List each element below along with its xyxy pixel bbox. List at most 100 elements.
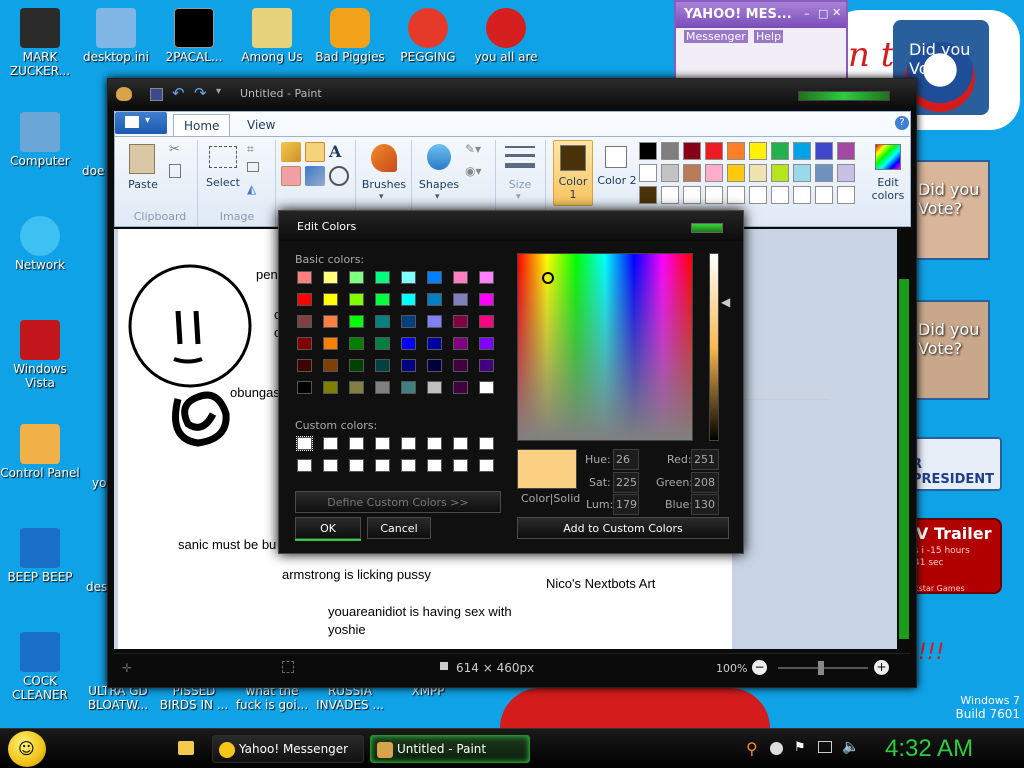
- eraser-icon[interactable]: [281, 166, 301, 186]
- red-field[interactable]: 251: [691, 449, 719, 470]
- palette-swatch[interactable]: [749, 164, 767, 182]
- basic-color-swatch[interactable]: [401, 315, 416, 328]
- basic-color-swatch[interactable]: [453, 315, 468, 328]
- palette-swatch[interactable]: [727, 186, 745, 204]
- palette-swatch[interactable]: [815, 164, 833, 182]
- palette-swatch[interactable]: [837, 142, 855, 160]
- custom-color-swatch[interactable]: [427, 459, 442, 472]
- redo-icon[interactable]: ↷: [194, 84, 207, 102]
- basic-color-swatch[interactable]: [479, 315, 494, 328]
- resize-icon[interactable]: [247, 162, 259, 172]
- yahoo-titlebar[interactable]: YAHOO! MES... – □ ✕: [676, 2, 846, 28]
- palette-swatch[interactable]: [661, 164, 679, 182]
- desktop-icon-among-us[interactable]: Among Us: [232, 8, 312, 64]
- basic-color-swatch[interactable]: [453, 381, 468, 394]
- color2-button[interactable]: Color 2: [597, 140, 637, 206]
- tab-view[interactable]: View: [237, 114, 285, 136]
- palette-swatch[interactable]: [683, 142, 701, 160]
- zoom-in-icon[interactable]: +: [874, 660, 889, 675]
- custom-color-swatch[interactable]: [401, 459, 416, 472]
- basic-color-swatch[interactable]: [453, 359, 468, 372]
- basic-color-swatch[interactable]: [323, 315, 338, 328]
- cancel-button[interactable]: Cancel: [367, 517, 431, 539]
- basic-color-swatch[interactable]: [297, 359, 312, 372]
- desktop-icon-partial-yo[interactable]: yo: [92, 476, 106, 490]
- basic-color-swatch[interactable]: [349, 337, 364, 350]
- basic-color-swatch[interactable]: [349, 293, 364, 306]
- desktop-icon-partial-des[interactable]: des: [86, 580, 107, 594]
- fill-icon[interactable]: [305, 142, 325, 162]
- palette-swatch[interactable]: [837, 164, 855, 182]
- copy-icon[interactable]: [169, 164, 181, 178]
- desktop-icon-what-the[interactable]: what the fuck is goi...: [232, 684, 312, 712]
- rotate-icon[interactable]: ◭: [247, 182, 256, 196]
- close-icon[interactable]: [691, 223, 723, 233]
- basic-color-swatch[interactable]: [349, 381, 364, 394]
- basic-color-swatch[interactable]: [375, 315, 390, 328]
- select-button[interactable]: Select: [203, 144, 243, 204]
- palette-swatch[interactable]: [793, 164, 811, 182]
- basic-color-swatch[interactable]: [479, 271, 494, 284]
- basic-color-swatch[interactable]: [375, 381, 390, 394]
- ok-button[interactable]: OK: [295, 517, 361, 539]
- desktop-icon-network[interactable]: Network: [0, 216, 80, 272]
- palette-swatch[interactable]: [683, 164, 701, 182]
- basic-color-swatch[interactable]: [349, 271, 364, 284]
- zoom-out-icon[interactable]: −: [752, 660, 767, 675]
- shapes-button[interactable]: Shapes ▾: [417, 142, 461, 208]
- close-icon[interactable]: ✕: [832, 6, 841, 19]
- desktop-icon-windows-vista[interactable]: Windows Vista: [0, 320, 80, 390]
- custom-color-swatch[interactable]: [323, 437, 338, 450]
- color-spectrum[interactable]: [517, 253, 693, 441]
- basic-color-swatch[interactable]: [323, 337, 338, 350]
- basic-color-swatch[interactable]: [427, 271, 442, 284]
- minus-circle-icon[interactable]: [770, 742, 783, 755]
- basic-color-swatch[interactable]: [375, 337, 390, 350]
- paste-button[interactable]: Paste: [125, 142, 161, 202]
- palette-swatch[interactable]: [683, 186, 701, 204]
- custom-color-swatch[interactable]: [323, 459, 338, 472]
- basic-color-swatch[interactable]: [427, 293, 442, 306]
- desktop-icon-beep-beep[interactable]: BEEP BEEP: [0, 528, 80, 584]
- palette-swatch[interactable]: [793, 186, 811, 204]
- basic-color-swatch[interactable]: [479, 293, 494, 306]
- custom-color-swatch[interactable]: [296, 436, 313, 451]
- edit-colors-dialog[interactable]: Edit Colors Basic colors: Custom colors:…: [278, 210, 744, 554]
- basic-color-swatch[interactable]: [349, 359, 364, 372]
- desktop-icon-mark-zucker[interactable]: MARK ZUCKER...: [0, 8, 80, 78]
- basic-color-swatch[interactable]: [401, 271, 416, 284]
- custom-color-swatch[interactable]: [453, 437, 468, 450]
- palette-swatch[interactable]: [727, 164, 745, 182]
- hue-field[interactable]: 26: [613, 449, 639, 470]
- basic-color-swatch[interactable]: [297, 337, 312, 350]
- basic-color-swatch[interactable]: [323, 381, 338, 394]
- desktop-icon-cock-cleaner[interactable]: COCK CLEANER: [0, 632, 80, 702]
- sat-field[interactable]: 225: [613, 472, 639, 493]
- size-button[interactable]: Size ▾: [501, 142, 539, 208]
- desktop-icon-2pacal[interactable]: 2PACAL...: [154, 8, 234, 64]
- add-to-custom-colors-button[interactable]: Add to Custom Colors: [517, 517, 729, 539]
- custom-color-swatch[interactable]: [375, 459, 390, 472]
- window-controls[interactable]: [798, 91, 890, 101]
- basic-color-swatch[interactable]: [323, 359, 338, 372]
- desktop-icon-russia-invades[interactable]: RUSSIA INVADES ...: [310, 684, 390, 712]
- taskbar-paint[interactable]: Untitled - Paint: [370, 735, 530, 763]
- yahoo-menu-messenger[interactable]: Messenger: [684, 30, 748, 43]
- quick-access-dropdown-icon[interactable]: ▾: [216, 86, 221, 97]
- network-tray-icon[interactable]: [818, 741, 832, 753]
- save-icon[interactable]: [150, 88, 163, 101]
- basic-color-swatch[interactable]: [479, 359, 494, 372]
- basic-color-swatch[interactable]: [297, 293, 312, 306]
- blue-field[interactable]: 130: [691, 494, 719, 515]
- palette-swatch[interactable]: [749, 186, 767, 204]
- basic-color-swatch[interactable]: [323, 271, 338, 284]
- explorer-icon[interactable]: [178, 741, 194, 755]
- basic-color-swatch[interactable]: [479, 381, 494, 394]
- palette-swatch[interactable]: [705, 186, 723, 204]
- yahoo-messenger-window[interactable]: YAHOO! MES... – □ ✕ Messenger Help: [674, 0, 848, 80]
- text-icon[interactable]: A: [329, 142, 349, 162]
- basic-color-swatch[interactable]: [401, 293, 416, 306]
- paint-titlebar[interactable]: ↶ ↷ ▾ Untitled - Paint: [108, 79, 916, 109]
- basic-color-swatch[interactable]: [297, 271, 312, 284]
- zoom-slider[interactable]: [778, 661, 868, 675]
